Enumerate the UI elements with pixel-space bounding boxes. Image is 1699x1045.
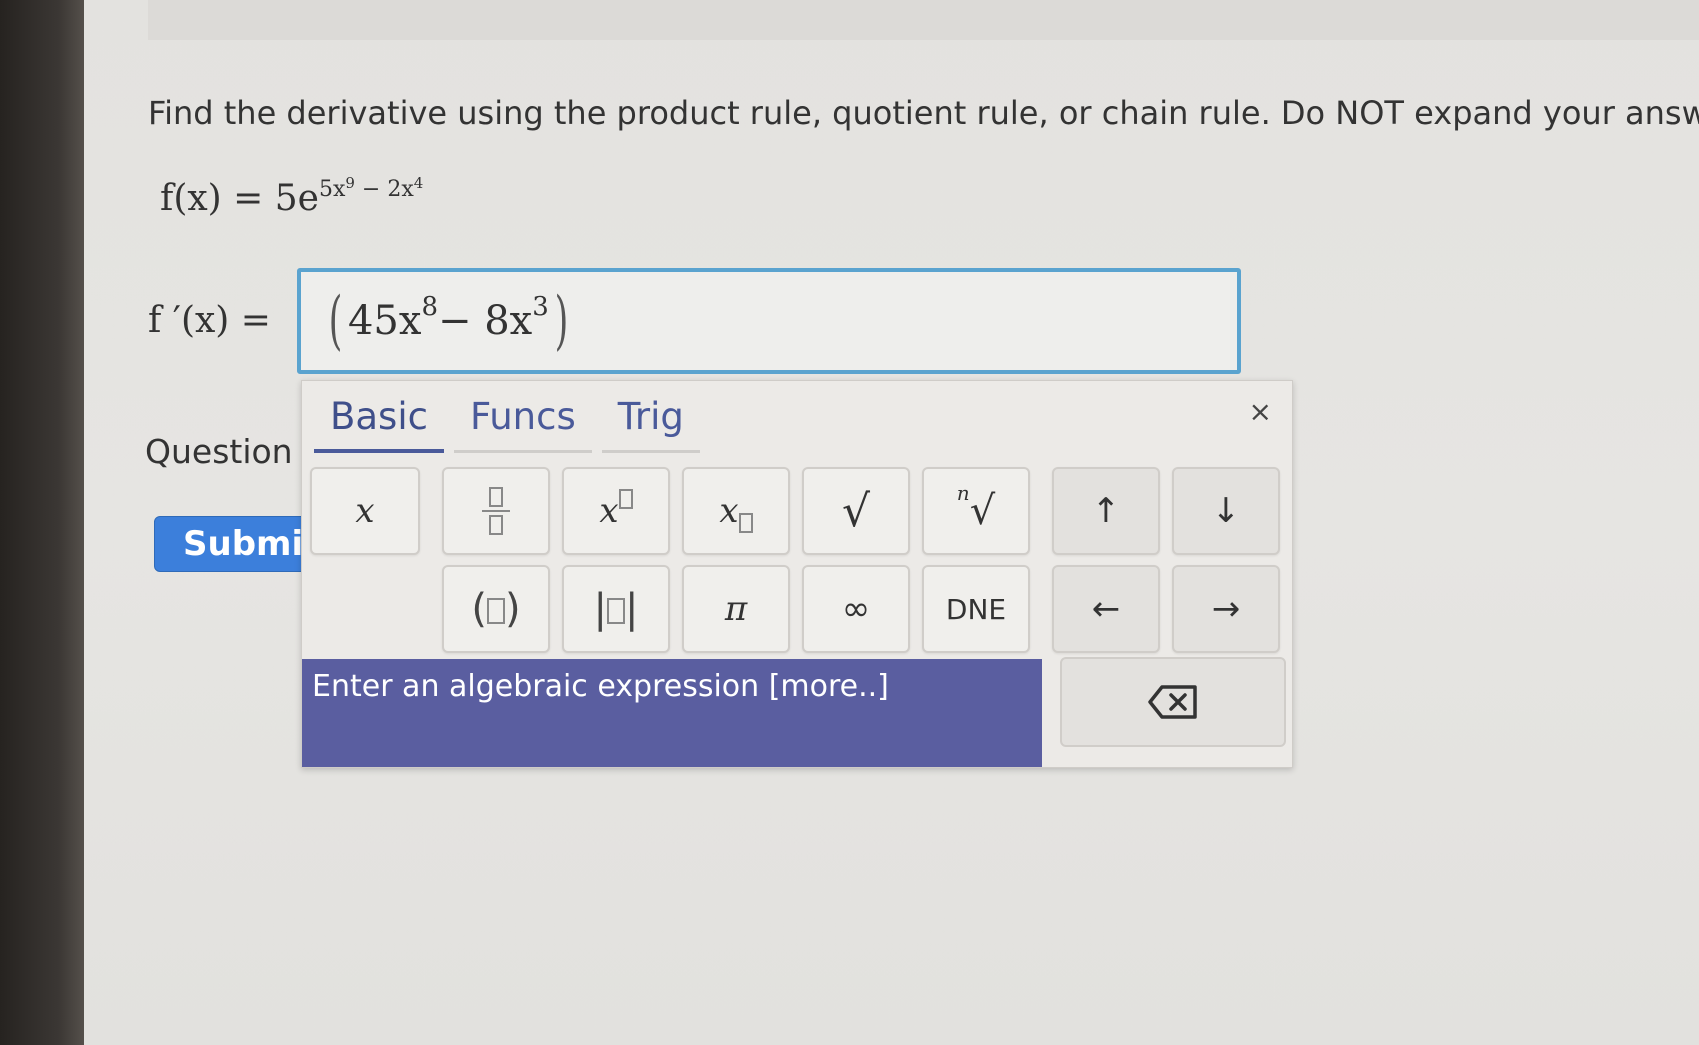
key-absolute-value[interactable]: | | — [562, 565, 670, 653]
key-subscript[interactable]: x — [682, 467, 790, 555]
tab-trig[interactable]: Trig — [601, 393, 700, 453]
tab-basic[interactable]: Basic — [314, 393, 444, 453]
math-keypad: Basic Funcs Trig × x x x √ n√ ↑ ↓ () | | … — [301, 380, 1293, 768]
arrow-up-icon: ↑ — [1091, 491, 1121, 531]
key-superscript[interactable]: x — [562, 467, 670, 555]
function-definition: f(x) = 5e5x9 − 2x4 — [160, 174, 424, 219]
arrow-down-icon: ↓ — [1211, 491, 1241, 531]
key-left[interactable]: ← — [1052, 565, 1160, 653]
key-variable-x[interactable]: x — [310, 467, 420, 555]
fraction-icon — [482, 487, 510, 535]
nth-root-icon: n√ — [956, 480, 996, 534]
parentheses-icon: () — [471, 586, 521, 632]
superscript-icon: x — [599, 488, 633, 531]
question-prompt: Find the derivative using the product ru… — [148, 94, 1699, 132]
answer-input[interactable]: ( 45x 8 − 8x 3 ) — [297, 268, 1241, 374]
absolute-value-icon: | | — [593, 586, 639, 632]
tab-funcs[interactable]: Funcs — [453, 393, 592, 453]
key-pi[interactable]: π — [682, 565, 790, 653]
arrow-left-icon: ← — [1091, 589, 1121, 629]
submit-button[interactable]: Submit — [154, 516, 319, 572]
subscript-icon: x — [719, 491, 753, 533]
backspace-icon — [1148, 685, 1197, 719]
key-parentheses[interactable]: () — [442, 565, 550, 653]
key-nth-root[interactable]: n√ — [922, 467, 1030, 555]
pi-icon: π — [724, 589, 748, 629]
arrow-right-icon: → — [1211, 589, 1241, 629]
right-paren: ) — [554, 284, 569, 358]
key-dne[interactable]: DNE — [922, 565, 1030, 653]
left-paren: ( — [328, 284, 343, 358]
key-square-root[interactable]: √ — [802, 467, 910, 555]
question-label: Question I — [145, 432, 313, 471]
key-fraction[interactable] — [442, 467, 550, 555]
screen-bezel — [0, 0, 84, 1045]
key-up[interactable]: ↑ — [1052, 467, 1160, 555]
keypad-hint[interactable]: Enter an algebraic expression [more..] — [302, 659, 1042, 767]
top-strip — [148, 0, 1699, 40]
key-down[interactable]: ↓ — [1172, 467, 1280, 555]
infinity-icon: ∞ — [841, 589, 871, 629]
keypad-tabs: Basic Funcs Trig — [314, 393, 710, 453]
key-right[interactable]: → — [1172, 565, 1280, 653]
sqrt-icon: √ — [841, 485, 871, 537]
answer-expression: ( 45x 8 − 8x 3 ) — [328, 284, 569, 358]
derivative-label: f ′(x) = — [148, 300, 271, 341]
key-infinity[interactable]: ∞ — [802, 565, 910, 653]
backspace-button[interactable] — [1060, 657, 1286, 747]
close-icon[interactable]: × — [1249, 395, 1272, 428]
